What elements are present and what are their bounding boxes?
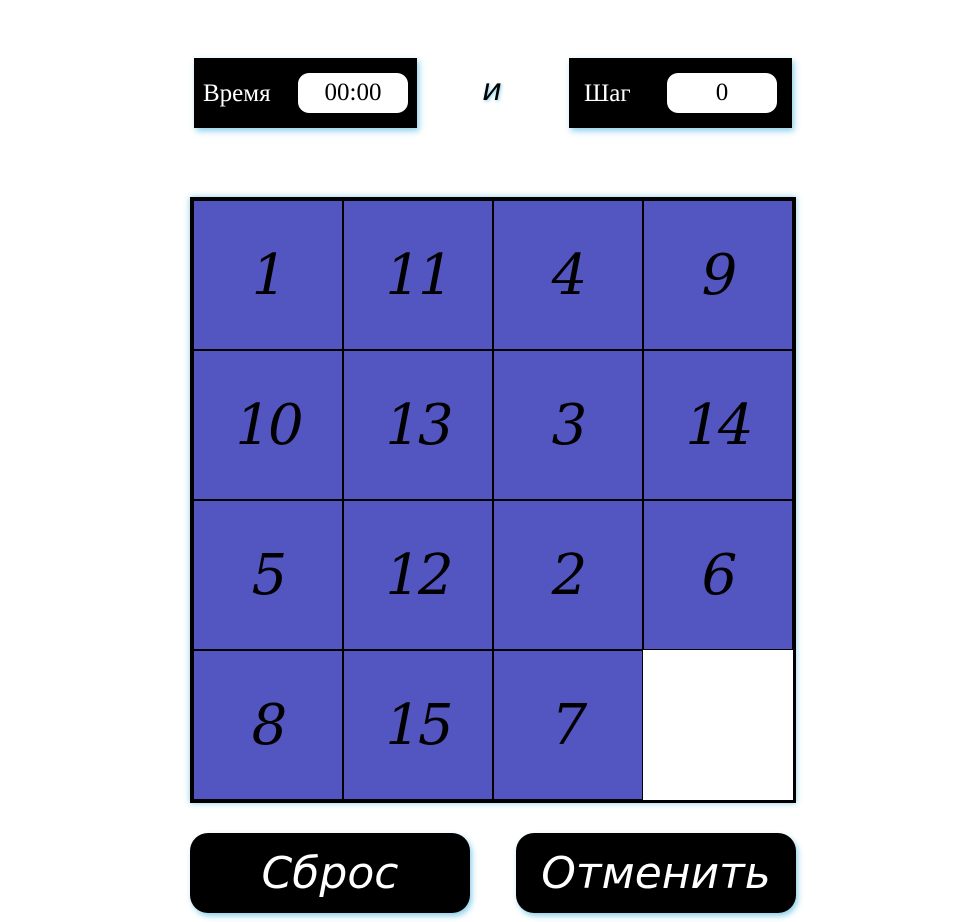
tile[interactable]: 11 [343,200,493,350]
time-label: Время [203,79,271,107]
time-value: 00:00 [298,73,408,113]
tile[interactable]: 3 [493,350,643,500]
tile[interactable]: 5 [193,500,343,650]
time-panel: Время 00:00 [194,58,417,128]
steps-value: 0 [667,73,777,113]
steps-label: Шаг [584,79,631,107]
tile[interactable]: 13 [343,350,493,500]
tile[interactable]: 8 [193,650,343,800]
tile[interactable]: 6 [643,500,793,650]
tile[interactable]: 10 [193,350,343,500]
tile[interactable]: 1 [193,200,343,350]
tile[interactable]: 7 [493,650,643,800]
tile[interactable]: 4 [493,200,643,350]
tile[interactable]: 2 [493,500,643,650]
tile[interactable]: 12 [343,500,493,650]
separator-text: и [482,73,502,108]
undo-button[interactable]: Отменить [516,833,796,913]
puzzle-board: 1 11 4 9 10 13 3 14 5 12 2 6 8 15 7 [190,197,796,803]
tile[interactable]: 15 [343,650,493,800]
game-screen: Время 00:00 и Шаг 0 1 11 4 9 10 13 3 14 … [0,0,957,922]
steps-panel: Шаг 0 [569,58,792,128]
tile[interactable]: 14 [643,350,793,500]
empty-tile [643,650,793,800]
reset-button[interactable]: Сброс [190,833,470,913]
tile[interactable]: 9 [643,200,793,350]
